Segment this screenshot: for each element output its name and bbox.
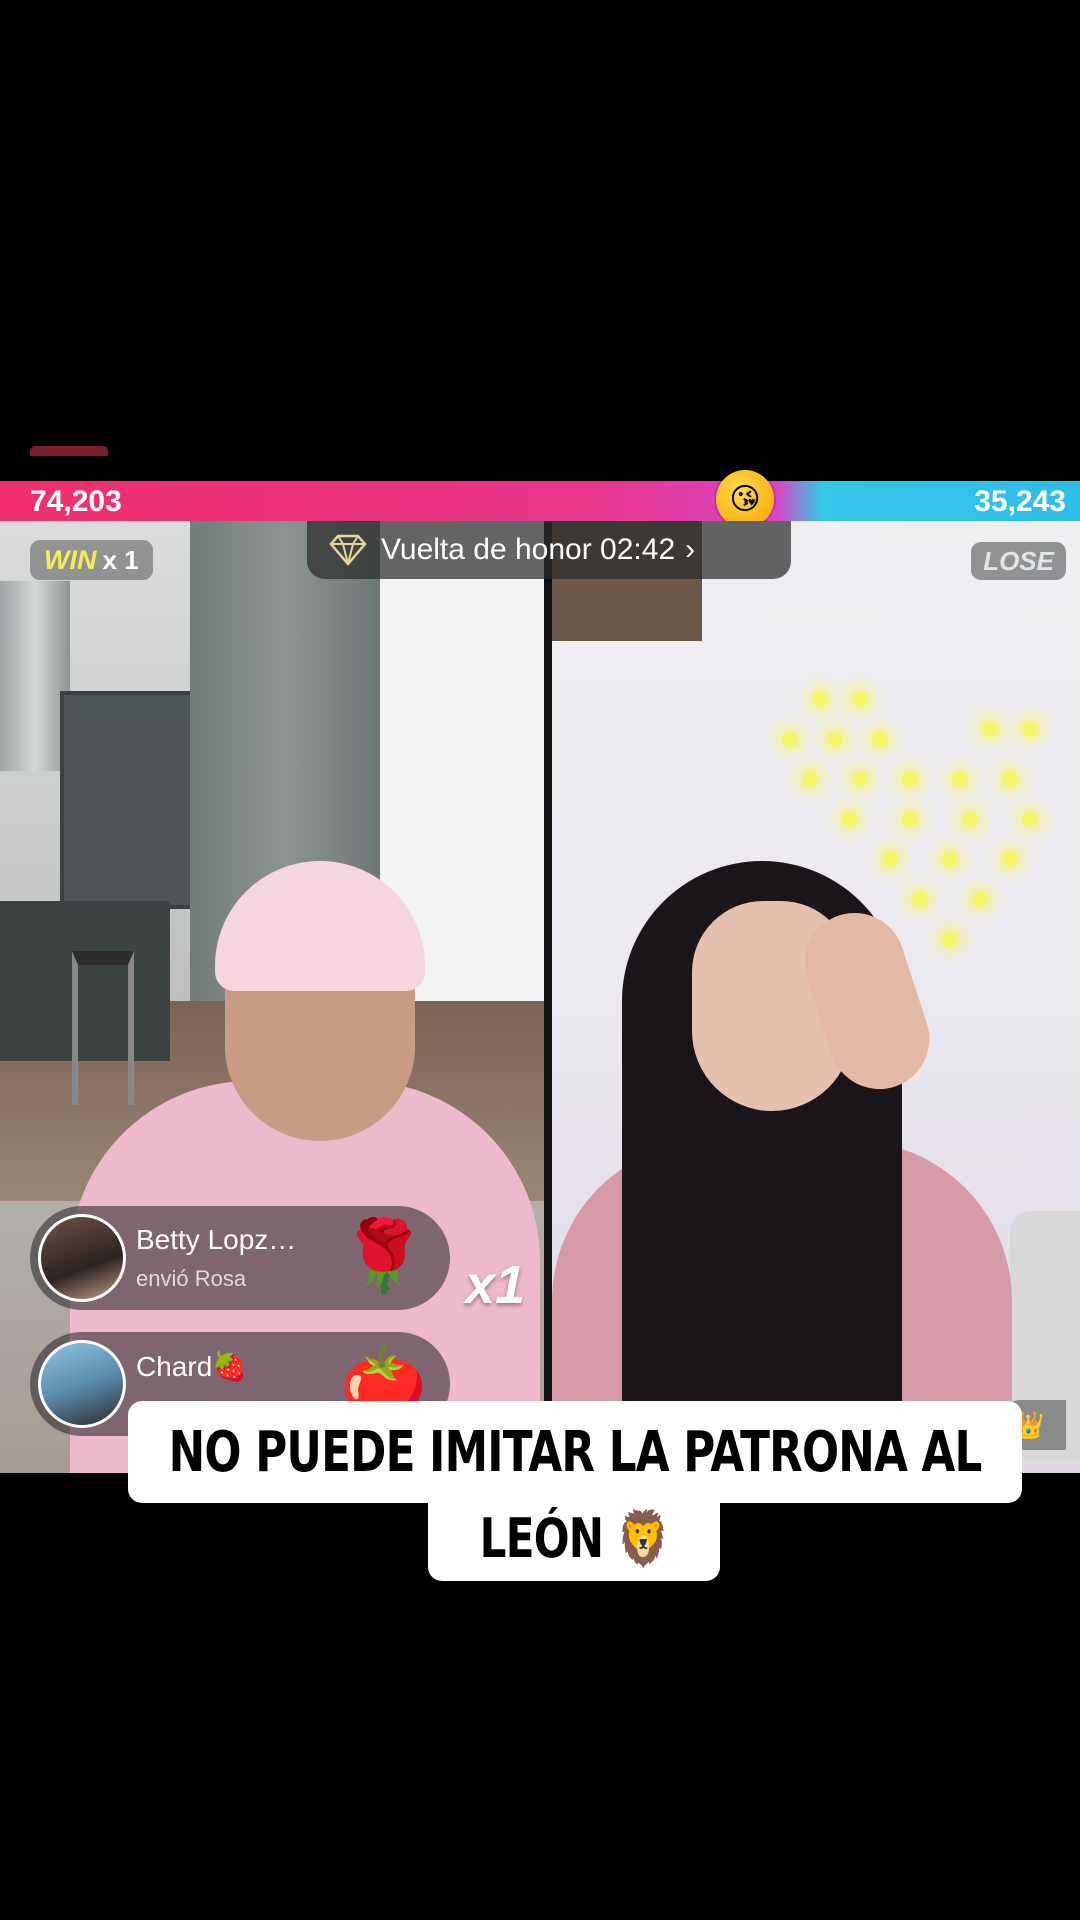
kiss-face-icon: 😘 [716, 470, 774, 528]
caption-text: NO PUEDE IMITAR LA PATRONA AL [168, 1419, 983, 1485]
chevron-right-icon: › [685, 533, 696, 566]
left-score: 74,203 [30, 485, 122, 518]
rose-icon: 🌹 [340, 1217, 428, 1295]
caption-line-1: NO PUEDE IMITAR LA PATRONA AL [128, 1401, 1022, 1503]
right-score: 35,243 [974, 485, 1066, 518]
honor-lap-text: Vuelta de honor 02:42 [381, 533, 676, 566]
avatar[interactable] [38, 1214, 126, 1302]
split-divider [544, 521, 552, 1473]
lose-badge: LOSE [971, 542, 1066, 580]
right-stream-video [552, 521, 1080, 1473]
gift-sender-name: Betty Lopz… [136, 1224, 297, 1255]
honor-lap-banner[interactable]: Vuelta de honor 02:42 › [307, 521, 791, 579]
win-label: WIN [44, 544, 97, 575]
win-badge: WIN x 1 [30, 540, 153, 580]
win-count: x 1 [102, 544, 139, 575]
gift-action-text: envió Rosa [136, 1266, 247, 1291]
caption-line-2: LEÓN 🦁 [428, 1497, 720, 1581]
kitchen-cabinet [60, 691, 208, 909]
diamond-crown-icon [329, 531, 367, 569]
top-edge-decoration [30, 446, 108, 456]
bar-stool [72, 951, 134, 1105]
avatar[interactable] [38, 1340, 126, 1428]
battle-score-bar: 74,203 35,243 [0, 481, 1080, 521]
left-stream-video [0, 521, 544, 1473]
caption-text: LEÓN 🦁 [479, 1507, 669, 1570]
gift-sender-name: Chard🍓 [136, 1351, 248, 1382]
gift-multiplier: x1 [465, 1255, 526, 1315]
gift-notification: Betty Lopz… envió Rosa 🌹 [30, 1206, 450, 1310]
